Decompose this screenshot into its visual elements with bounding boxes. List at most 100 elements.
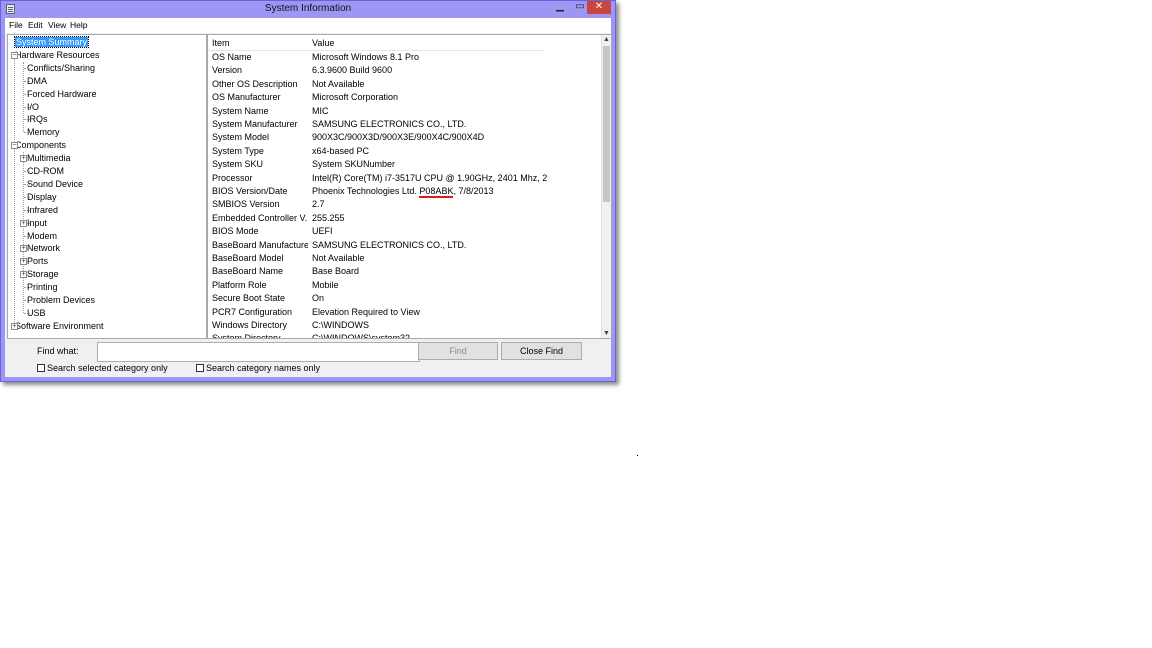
value-cell: MIC bbox=[312, 105, 329, 116]
collapse-icon[interactable]: − bbox=[11, 142, 18, 150]
table-row[interactable]: Platform Role Mobile bbox=[208, 279, 603, 292]
scroll-up-arrow-icon[interactable]: ▲ bbox=[602, 35, 611, 44]
tree-item-label: Modem bbox=[27, 230, 58, 241]
table-row[interactable]: BaseBoard Model Not Available bbox=[208, 252, 603, 265]
table-row[interactable]: Version 6.3.9600 Build 9600 bbox=[208, 64, 603, 77]
scroll-thumb[interactable] bbox=[603, 46, 610, 202]
category-tree[interactable]: System Summary Hardware Resources − Conflic… bbox=[7, 34, 207, 339]
value-cell: Not Available bbox=[312, 78, 365, 89]
column-header-value[interactable]: Value bbox=[312, 38, 334, 50]
tree-item[interactable]: Modem bbox=[27, 230, 57, 242]
tree-item[interactable]: Display bbox=[27, 191, 57, 203]
value-cell: Microsoft Corporation bbox=[312, 92, 399, 103]
table-row[interactable]: System Type x64-based PC bbox=[208, 145, 603, 158]
table-row[interactable]: BIOS Mode UEFI bbox=[208, 225, 603, 238]
search-category-names-label[interactable]: Search category names only bbox=[206, 363, 320, 373]
tree-item[interactable]: Infrared bbox=[27, 204, 58, 216]
table-row[interactable]: BaseBoard Name Base Board bbox=[208, 265, 603, 278]
table-row[interactable]: OS Name Microsoft Windows 8.1 Pro bbox=[208, 51, 603, 64]
tree-item[interactable]: Forced Hardware bbox=[27, 88, 97, 100]
menu-help[interactable]: Help bbox=[70, 20, 87, 30]
vertical-scrollbar[interactable]: ▲ ▼ bbox=[601, 35, 611, 338]
value-cell: 900X3C/900X3D/900X3E/900X4C/900X4D bbox=[312, 132, 485, 143]
table-row[interactable]: BaseBoard Manufacturer SAMSUNG ELECTRONIC… bbox=[208, 239, 603, 252]
expand-icon[interactable]: + bbox=[20, 245, 27, 253]
tree-guide-line bbox=[24, 171, 30, 172]
table-row[interactable]: PCR7 Configuration Elevation Required to … bbox=[208, 306, 603, 319]
expand-icon[interactable]: + bbox=[11, 322, 18, 330]
tree-item[interactable]: Printing bbox=[27, 281, 58, 293]
table-row[interactable]: OS Manufacturer Microsoft Corporation bbox=[208, 91, 603, 104]
tree-item-label: Memory bbox=[27, 127, 60, 138]
tree-item[interactable]: Software Environment bbox=[15, 320, 104, 332]
table-row[interactable]: SMBIOS Version 2.7 bbox=[208, 198, 603, 211]
menu-view[interactable]: View bbox=[48, 20, 66, 30]
tree-item[interactable]: Memory bbox=[27, 126, 60, 138]
value-cell: Elevation Required to View bbox=[312, 306, 420, 317]
table-row[interactable]: System Model 900X3C/900X3D/900X3E/900X4C/… bbox=[208, 131, 603, 144]
title-bar[interactable]: System Information ▁ ▭ ✕ bbox=[1, 1, 615, 18]
table-row[interactable]: Windows Directory C:\WINDOWS bbox=[208, 319, 603, 332]
tree-item[interactable]: CD-ROM bbox=[27, 165, 64, 177]
tree-item[interactable]: Ports bbox=[27, 255, 48, 267]
column-header-item[interactable]: Item bbox=[212, 38, 230, 50]
tree-item-label: Hardware Resources bbox=[15, 49, 100, 60]
tree-item[interactable]: Sound Device bbox=[27, 178, 83, 190]
tree-item-label: Input bbox=[27, 217, 48, 228]
tree-item[interactable]: Storage bbox=[27, 268, 59, 280]
find-button[interactable]: Find bbox=[418, 342, 498, 360]
scroll-down-arrow-icon[interactable]: ▼ bbox=[602, 329, 611, 338]
tree-item-label: Conflicts/Sharing bbox=[27, 62, 96, 73]
value-cell: SAMSUNG ELECTRONICS CO., LTD. bbox=[312, 239, 467, 250]
search-selected-category-label[interactable]: Search selected category only bbox=[47, 363, 168, 373]
expand-icon[interactable]: + bbox=[20, 219, 27, 227]
tree-item-label: Infrared bbox=[27, 204, 59, 215]
table-row[interactable]: Processor Intel(R) Core(TM) i7-3517U CPU … bbox=[208, 172, 603, 185]
collapse-icon[interactable]: − bbox=[11, 51, 18, 59]
tree-item[interactable]: Network bbox=[27, 242, 60, 254]
item-cell: SMBIOS Version bbox=[212, 199, 280, 210]
search-selected-category-checkbox[interactable] bbox=[37, 364, 45, 372]
tree-guide-line bbox=[24, 209, 30, 211]
highlighted-bios-version: P08ABK bbox=[419, 186, 454, 198]
value-cell: Mobile bbox=[312, 279, 339, 290]
table-row[interactable]: Embedded Controller V... 255.255 bbox=[208, 212, 603, 225]
tree-item[interactable]: Problem Devices bbox=[27, 294, 95, 306]
item-cell: BaseBoard Name bbox=[212, 266, 284, 277]
value-cell: C:\WINDOWS bbox=[312, 320, 369, 330]
menu-bar: File Edit View Help bbox=[5, 18, 611, 33]
expand-icon[interactable]: + bbox=[20, 258, 27, 266]
tree-item-label: IRQs bbox=[27, 114, 48, 125]
expand-icon[interactable]: + bbox=[20, 155, 27, 163]
tree-item[interactable]: System Summary bbox=[13, 36, 90, 48]
table-row[interactable]: BIOS Version/Date Phoenix Technologies Lt… bbox=[208, 185, 603, 198]
table-row[interactable]: System SKU System SKUNumber bbox=[208, 158, 603, 171]
find-bar: Find what: Find Close Find Search select… bbox=[5, 338, 611, 377]
table-row[interactable]: System Name MIC bbox=[208, 105, 603, 118]
system-information-window: System Information ▁ ▭ ✕ File Edit View … bbox=[0, 0, 616, 382]
tree-item[interactable]: Conflicts/Sharing bbox=[27, 62, 95, 74]
item-cell: BaseBoard Manufacturer bbox=[212, 239, 308, 250]
tree-item[interactable]: Components bbox=[15, 139, 66, 151]
tree-guide-line bbox=[24, 106, 30, 108]
minimize-button[interactable]: ▁ bbox=[549, 1, 571, 14]
close-button[interactable]: ✕ bbox=[587, 1, 611, 14]
table-row[interactable]: System Manufacturer SAMSUNG ELECTRONICS C… bbox=[208, 118, 603, 131]
menu-file[interactable]: File bbox=[9, 20, 23, 30]
search-category-names-checkbox[interactable] bbox=[196, 364, 204, 372]
tree-guide-line bbox=[23, 61, 24, 133]
close-find-button[interactable]: Close Find bbox=[501, 342, 582, 360]
tree-item[interactable]: Multimedia bbox=[27, 152, 71, 164]
menu-edit[interactable]: Edit bbox=[28, 20, 43, 30]
table-row[interactable]: Other OS Description Not Available bbox=[208, 78, 603, 91]
details-list[interactable]: Item Value OS Name Microsoft Windows 8.1 … bbox=[207, 34, 612, 339]
tree-item[interactable]: Hardware Resources bbox=[15, 49, 100, 61]
find-what-input[interactable] bbox=[97, 342, 420, 362]
expand-icon[interactable]: + bbox=[20, 271, 27, 279]
tree-item[interactable]: IRQs bbox=[27, 113, 48, 125]
tree-item[interactable]: Input bbox=[27, 217, 47, 229]
tree-guide-line bbox=[24, 93, 30, 95]
table-row[interactable]: Secure Boot State On bbox=[208, 292, 603, 305]
find-what-label: Find what: bbox=[37, 346, 79, 356]
tree-item[interactable]: DMA bbox=[27, 75, 47, 87]
